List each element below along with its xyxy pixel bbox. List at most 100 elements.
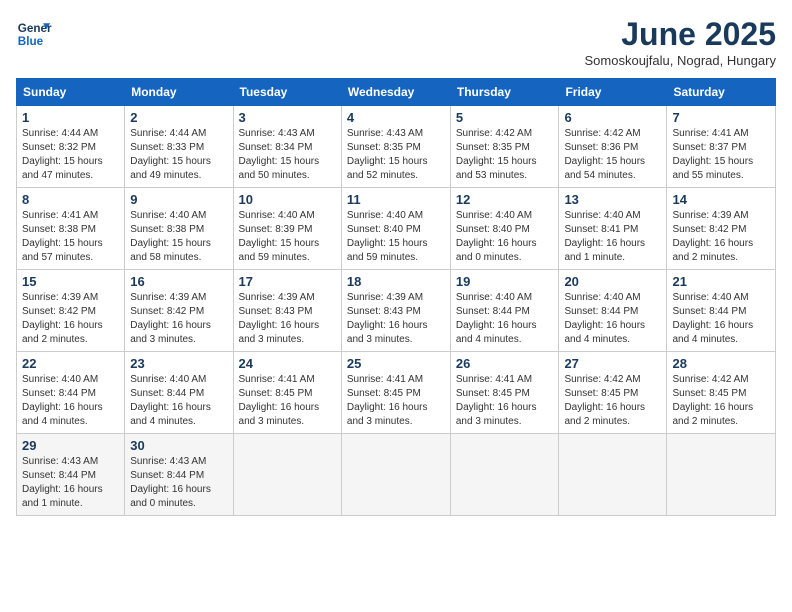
day-number: 13 bbox=[564, 192, 661, 207]
calendar-cell: 7 Sunrise: 4:41 AMSunset: 8:37 PMDayligh… bbox=[667, 106, 776, 188]
day-number: 16 bbox=[130, 274, 227, 289]
calendar-cell: 14 Sunrise: 4:39 AMSunset: 8:42 PMDaylig… bbox=[667, 188, 776, 270]
calendar-cell: 26 Sunrise: 4:41 AMSunset: 8:45 PMDaylig… bbox=[450, 352, 559, 434]
page-header: General Blue June 2025 Somoskoujfalu, No… bbox=[16, 16, 776, 68]
day-of-week-header: Friday bbox=[559, 79, 667, 106]
day-number: 1 bbox=[22, 110, 119, 125]
day-number: 19 bbox=[456, 274, 554, 289]
day-number: 23 bbox=[130, 356, 227, 371]
day-info: Sunrise: 4:42 AMSunset: 8:36 PMDaylight:… bbox=[564, 128, 645, 181]
calendar-cell: 24 Sunrise: 4:41 AMSunset: 8:45 PMDaylig… bbox=[233, 352, 341, 434]
day-of-week-header: Saturday bbox=[667, 79, 776, 106]
calendar-cell: 2 Sunrise: 4:44 AMSunset: 8:33 PMDayligh… bbox=[125, 106, 233, 188]
day-number: 22 bbox=[22, 356, 119, 371]
day-info: Sunrise: 4:40 AMSunset: 8:39 PMDaylight:… bbox=[239, 210, 320, 263]
calendar-cell bbox=[233, 434, 341, 516]
day-number: 8 bbox=[22, 192, 119, 207]
calendar-cell: 15 Sunrise: 4:39 AMSunset: 8:42 PMDaylig… bbox=[17, 270, 125, 352]
day-info: Sunrise: 4:39 AMSunset: 8:43 PMDaylight:… bbox=[347, 292, 428, 345]
calendar-cell: 10 Sunrise: 4:40 AMSunset: 8:39 PMDaylig… bbox=[233, 188, 341, 270]
day-info: Sunrise: 4:43 AMSunset: 8:44 PMDaylight:… bbox=[130, 456, 211, 509]
day-info: Sunrise: 4:39 AMSunset: 8:42 PMDaylight:… bbox=[22, 292, 103, 345]
day-info: Sunrise: 4:40 AMSunset: 8:40 PMDaylight:… bbox=[456, 210, 537, 263]
day-info: Sunrise: 4:43 AMSunset: 8:34 PMDaylight:… bbox=[239, 128, 320, 181]
calendar-cell bbox=[450, 434, 559, 516]
day-info: Sunrise: 4:40 AMSunset: 8:41 PMDaylight:… bbox=[564, 210, 645, 263]
day-number: 4 bbox=[347, 110, 445, 125]
day-number: 25 bbox=[347, 356, 445, 371]
calendar-cell: 17 Sunrise: 4:39 AMSunset: 8:43 PMDaylig… bbox=[233, 270, 341, 352]
day-info: Sunrise: 4:44 AMSunset: 8:33 PMDaylight:… bbox=[130, 128, 211, 181]
day-number: 29 bbox=[22, 438, 119, 453]
calendar-cell: 18 Sunrise: 4:39 AMSunset: 8:43 PMDaylig… bbox=[341, 270, 450, 352]
day-number: 3 bbox=[239, 110, 336, 125]
day-info: Sunrise: 4:42 AMSunset: 8:35 PMDaylight:… bbox=[456, 128, 537, 181]
day-of-week-header: Monday bbox=[125, 79, 233, 106]
day-number: 21 bbox=[672, 274, 770, 289]
day-of-week-header: Sunday bbox=[17, 79, 125, 106]
calendar-week-row: 22 Sunrise: 4:40 AMSunset: 8:44 PMDaylig… bbox=[17, 352, 776, 434]
day-info: Sunrise: 4:42 AMSunset: 8:45 PMDaylight:… bbox=[564, 374, 645, 427]
day-number: 17 bbox=[239, 274, 336, 289]
calendar-cell bbox=[341, 434, 450, 516]
calendar-cell: 23 Sunrise: 4:40 AMSunset: 8:44 PMDaylig… bbox=[125, 352, 233, 434]
day-number: 28 bbox=[672, 356, 770, 371]
calendar-cell: 8 Sunrise: 4:41 AMSunset: 8:38 PMDayligh… bbox=[17, 188, 125, 270]
day-info: Sunrise: 4:39 AMSunset: 8:42 PMDaylight:… bbox=[672, 210, 753, 263]
day-info: Sunrise: 4:40 AMSunset: 8:40 PMDaylight:… bbox=[347, 210, 428, 263]
day-info: Sunrise: 4:39 AMSunset: 8:42 PMDaylight:… bbox=[130, 292, 211, 345]
day-info: Sunrise: 4:40 AMSunset: 8:44 PMDaylight:… bbox=[22, 374, 103, 427]
day-number: 6 bbox=[564, 110, 661, 125]
day-number: 7 bbox=[672, 110, 770, 125]
day-number: 18 bbox=[347, 274, 445, 289]
calendar-cell: 25 Sunrise: 4:41 AMSunset: 8:45 PMDaylig… bbox=[341, 352, 450, 434]
day-info: Sunrise: 4:40 AMSunset: 8:38 PMDaylight:… bbox=[130, 210, 211, 263]
day-of-week-header: Wednesday bbox=[341, 79, 450, 106]
day-info: Sunrise: 4:41 AMSunset: 8:38 PMDaylight:… bbox=[22, 210, 103, 263]
day-info: Sunrise: 4:44 AMSunset: 8:32 PMDaylight:… bbox=[22, 128, 103, 181]
day-of-week-header: Tuesday bbox=[233, 79, 341, 106]
day-number: 26 bbox=[456, 356, 554, 371]
location-subtitle: Somoskoujfalu, Nograd, Hungary bbox=[585, 53, 777, 68]
calendar-cell: 16 Sunrise: 4:39 AMSunset: 8:42 PMDaylig… bbox=[125, 270, 233, 352]
day-info: Sunrise: 4:42 AMSunset: 8:45 PMDaylight:… bbox=[672, 374, 753, 427]
calendar-cell bbox=[667, 434, 776, 516]
calendar-cell: 12 Sunrise: 4:40 AMSunset: 8:40 PMDaylig… bbox=[450, 188, 559, 270]
day-number: 12 bbox=[456, 192, 554, 207]
calendar-cell: 5 Sunrise: 4:42 AMSunset: 8:35 PMDayligh… bbox=[450, 106, 559, 188]
logo: General Blue bbox=[16, 16, 52, 52]
day-info: Sunrise: 4:39 AMSunset: 8:43 PMDaylight:… bbox=[239, 292, 320, 345]
calendar-cell: 29 Sunrise: 4:43 AMSunset: 8:44 PMDaylig… bbox=[17, 434, 125, 516]
day-info: Sunrise: 4:40 AMSunset: 8:44 PMDaylight:… bbox=[130, 374, 211, 427]
calendar-cell: 13 Sunrise: 4:40 AMSunset: 8:41 PMDaylig… bbox=[559, 188, 667, 270]
calendar-week-row: 8 Sunrise: 4:41 AMSunset: 8:38 PMDayligh… bbox=[17, 188, 776, 270]
calendar-cell: 22 Sunrise: 4:40 AMSunset: 8:44 PMDaylig… bbox=[17, 352, 125, 434]
calendar-cell: 3 Sunrise: 4:43 AMSunset: 8:34 PMDayligh… bbox=[233, 106, 341, 188]
day-of-week-header: Thursday bbox=[450, 79, 559, 106]
logo-icon: General Blue bbox=[16, 16, 52, 52]
calendar-table: SundayMondayTuesdayWednesdayThursdayFrid… bbox=[16, 78, 776, 516]
day-number: 24 bbox=[239, 356, 336, 371]
day-number: 9 bbox=[130, 192, 227, 207]
day-number: 10 bbox=[239, 192, 336, 207]
day-info: Sunrise: 4:41 AMSunset: 8:45 PMDaylight:… bbox=[239, 374, 320, 427]
calendar-cell: 21 Sunrise: 4:40 AMSunset: 8:44 PMDaylig… bbox=[667, 270, 776, 352]
calendar-body: 1 Sunrise: 4:44 AMSunset: 8:32 PMDayligh… bbox=[17, 106, 776, 516]
day-number: 15 bbox=[22, 274, 119, 289]
calendar-cell: 27 Sunrise: 4:42 AMSunset: 8:45 PMDaylig… bbox=[559, 352, 667, 434]
day-number: 30 bbox=[130, 438, 227, 453]
day-info: Sunrise: 4:41 AMSunset: 8:37 PMDaylight:… bbox=[672, 128, 753, 181]
day-info: Sunrise: 4:43 AMSunset: 8:44 PMDaylight:… bbox=[22, 456, 103, 509]
calendar-cell: 30 Sunrise: 4:43 AMSunset: 8:44 PMDaylig… bbox=[125, 434, 233, 516]
calendar-cell: 4 Sunrise: 4:43 AMSunset: 8:35 PMDayligh… bbox=[341, 106, 450, 188]
day-info: Sunrise: 4:40 AMSunset: 8:44 PMDaylight:… bbox=[672, 292, 753, 345]
calendar-week-row: 1 Sunrise: 4:44 AMSunset: 8:32 PMDayligh… bbox=[17, 106, 776, 188]
day-number: 2 bbox=[130, 110, 227, 125]
calendar-week-row: 15 Sunrise: 4:39 AMSunset: 8:42 PMDaylig… bbox=[17, 270, 776, 352]
day-info: Sunrise: 4:40 AMSunset: 8:44 PMDaylight:… bbox=[564, 292, 645, 345]
calendar-cell: 9 Sunrise: 4:40 AMSunset: 8:38 PMDayligh… bbox=[125, 188, 233, 270]
calendar-cell bbox=[559, 434, 667, 516]
day-info: Sunrise: 4:41 AMSunset: 8:45 PMDaylight:… bbox=[456, 374, 537, 427]
day-number: 27 bbox=[564, 356, 661, 371]
day-info: Sunrise: 4:43 AMSunset: 8:35 PMDaylight:… bbox=[347, 128, 428, 181]
